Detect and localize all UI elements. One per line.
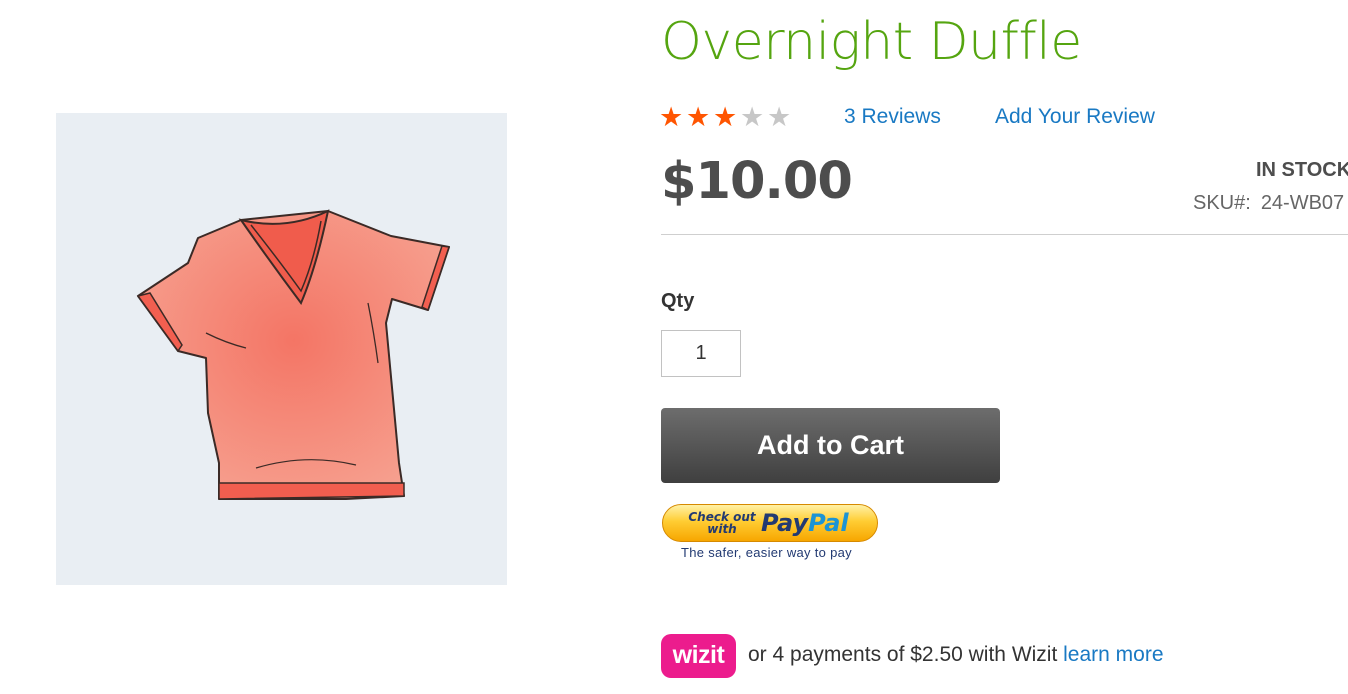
qty-input[interactable] [661, 330, 741, 377]
paypal-logo: PayPal [761, 508, 849, 538]
product-price: $10.00 [661, 152, 853, 211]
paypal-logo-pal: Pal [808, 509, 849, 537]
star-icon: ★ [740, 102, 765, 132]
reviews-link[interactable]: 3 Reviews [844, 103, 941, 131]
wizit-message-text: or 4 payments of $2.50 with Wizit [748, 643, 1064, 666]
product-image[interactable] [56, 113, 507, 585]
paypal-check-text: Check out with [688, 510, 756, 536]
tshirt-image [136, 209, 450, 500]
paypal-tagline: The safer, easier way to pay [681, 545, 852, 560]
star-icon: ★ [713, 102, 738, 132]
add-to-cart-button[interactable]: Add to Cart [661, 408, 1000, 483]
stock-status: IN STOCK [1256, 159, 1348, 181]
product-title: Overnight Duffle [661, 12, 1082, 72]
qty-label: Qty [661, 290, 695, 312]
sku-label: SKU#: [1193, 192, 1251, 214]
sku: SKU#: 24-WB07 [1193, 190, 1344, 216]
star-icon: ★ [767, 102, 792, 132]
paypal-logo-pay: Pay [761, 509, 809, 537]
rating-stars: ★ ★ ★ ★ ★ [659, 102, 799, 132]
wizit-message: or 4 payments of $2.50 with Wizit learn … [748, 641, 1164, 669]
sku-value: 24-WB07 [1260, 192, 1345, 214]
add-review-link[interactable]: Add Your Review [995, 103, 1155, 131]
divider [661, 234, 1348, 235]
wizit-learn-more-link[interactable]: learn more [1063, 643, 1163, 666]
star-icon: ★ [686, 102, 711, 132]
star-icon: ★ [659, 102, 684, 132]
wizit-logo: wizit [661, 634, 736, 678]
paypal-checkout-button[interactable]: Check out with PayPal [662, 504, 878, 542]
